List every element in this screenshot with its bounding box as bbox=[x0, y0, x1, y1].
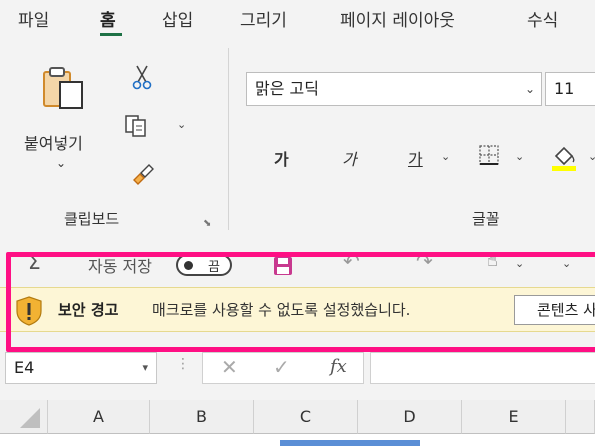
italic-button[interactable]: 가 bbox=[342, 146, 357, 170]
underline-dropdown-icon[interactable]: ⌄ bbox=[441, 150, 450, 163]
borders-dropdown-icon[interactable]: ⌄ bbox=[515, 150, 524, 163]
column-header-e[interactable]: E bbox=[462, 400, 566, 434]
font-size-dropdown[interactable]: 11 bbox=[545, 72, 595, 106]
chevron-down-icon: ▾ bbox=[142, 361, 148, 374]
borders-icon[interactable] bbox=[478, 144, 500, 166]
fill-color-dropdown-icon[interactable]: ⌄ bbox=[588, 150, 595, 163]
enable-content-button[interactable]: 콘텐츠 사용 bbox=[514, 295, 595, 325]
copy-dropdown-icon[interactable]: ⌄ bbox=[177, 118, 186, 131]
font-size-value: 11 bbox=[554, 79, 575, 98]
name-box[interactable]: E4 ▾ bbox=[5, 352, 157, 384]
tab-home[interactable]: 홈 bbox=[100, 6, 116, 31]
worksheet-grid: A B C D E bbox=[0, 400, 595, 446]
autosave-label: 자동 저장 bbox=[88, 257, 152, 276]
customize-toolbar-icon[interactable]: ⌄ bbox=[562, 257, 571, 270]
select-all-triangle-icon bbox=[20, 408, 40, 428]
touch-mode-icon[interactable]: ☝ bbox=[487, 250, 498, 271]
clipboard-group-label: 클립보드 bbox=[64, 210, 120, 228]
formula-input[interactable] bbox=[370, 352, 595, 384]
column-header-d[interactable]: D bbox=[358, 400, 462, 434]
column-header-a[interactable]: A bbox=[48, 400, 150, 434]
toggle-knob bbox=[184, 261, 193, 270]
formula-buttons: ✕ ✓ fx bbox=[202, 352, 364, 384]
fill-color-icon[interactable] bbox=[550, 142, 578, 172]
name-box-value: E4 bbox=[14, 358, 35, 377]
tab-draw[interactable]: 그리기 bbox=[240, 6, 287, 31]
warning-message: 매크로를 사용할 수 없도록 설정했습니다. bbox=[152, 301, 411, 319]
font-name-value: 맑은 고딕 bbox=[255, 79, 319, 98]
tab-insert[interactable]: 삽입 bbox=[162, 6, 193, 31]
selected-cell-band bbox=[280, 440, 420, 446]
cut-icon[interactable] bbox=[132, 64, 152, 90]
undo-icon[interactable]: ↶ bbox=[343, 249, 360, 273]
insert-function-button[interactable]: fx bbox=[330, 356, 347, 377]
bold-button[interactable]: 가 bbox=[274, 146, 289, 170]
security-warning-bar: 보안 경고 매크로를 사용할 수 없도록 설정했습니다. 콘텐츠 사용 bbox=[0, 287, 595, 332]
paste-dropdown-icon[interactable]: ⌄ bbox=[56, 156, 66, 170]
chevron-down-icon: ⌄ bbox=[524, 82, 535, 96]
select-all-corner[interactable] bbox=[0, 400, 48, 434]
column-header-c[interactable]: C bbox=[254, 400, 358, 434]
ribbon-tabs: 파일 홈 삽입 그리기 페이지 레이아웃 수식 bbox=[0, 0, 595, 40]
warning-title: 보안 경고 bbox=[58, 301, 119, 319]
shield-warning-icon bbox=[16, 296, 42, 326]
active-tab-indicator bbox=[100, 33, 122, 36]
quick-access-toolbar: Σ 자동 저장 끔 ↶ ↷ ☝ ⌄ ⌄ bbox=[0, 245, 595, 285]
paste-icon[interactable] bbox=[40, 64, 88, 112]
cancel-icon[interactable]: ✕ bbox=[221, 355, 238, 379]
formula-bar-grip-icon: ⋮ bbox=[176, 356, 190, 372]
column-header-partial[interactable] bbox=[566, 400, 595, 434]
format-painter-icon[interactable] bbox=[130, 162, 156, 188]
tab-file[interactable]: 파일 bbox=[18, 6, 49, 31]
paste-button-label[interactable]: 붙여넣기 bbox=[24, 130, 83, 154]
formula-bar: E4 ▾ ⋮ ✕ ✓ fx bbox=[0, 338, 595, 394]
enter-icon[interactable]: ✓ bbox=[273, 355, 290, 379]
group-divider bbox=[228, 48, 229, 230]
redo-icon[interactable]: ↷ bbox=[416, 249, 433, 273]
column-header-b[interactable]: B bbox=[150, 400, 254, 434]
tab-page-layout[interactable]: 페이지 레이아웃 bbox=[340, 6, 455, 31]
underline-button[interactable]: 가 bbox=[408, 146, 423, 170]
autosum-icon[interactable]: Σ bbox=[28, 250, 41, 274]
font-name-dropdown[interactable]: 맑은 고딕 ⌄ bbox=[246, 72, 542, 106]
tab-formulas[interactable]: 수식 bbox=[527, 6, 558, 31]
ribbon: 붙여넣기 ⌄ ⌄ 클립보드 ⬊ 맑은 고딕 ⌄ 11 가 가 가 ⌄ ⌄ ⌄ 글… bbox=[0, 40, 595, 245]
first-row bbox=[48, 434, 595, 446]
clipboard-dialog-launcher-icon[interactable]: ⬊ bbox=[203, 218, 211, 229]
copy-icon[interactable] bbox=[124, 114, 150, 138]
toggle-state: 끔 bbox=[208, 260, 220, 275]
autosave-toggle[interactable]: 끔 bbox=[176, 254, 232, 276]
save-icon[interactable] bbox=[272, 255, 294, 277]
font-group-label: 글꼴 bbox=[472, 210, 500, 228]
touch-mode-dropdown-icon[interactable]: ⌄ bbox=[515, 257, 524, 270]
